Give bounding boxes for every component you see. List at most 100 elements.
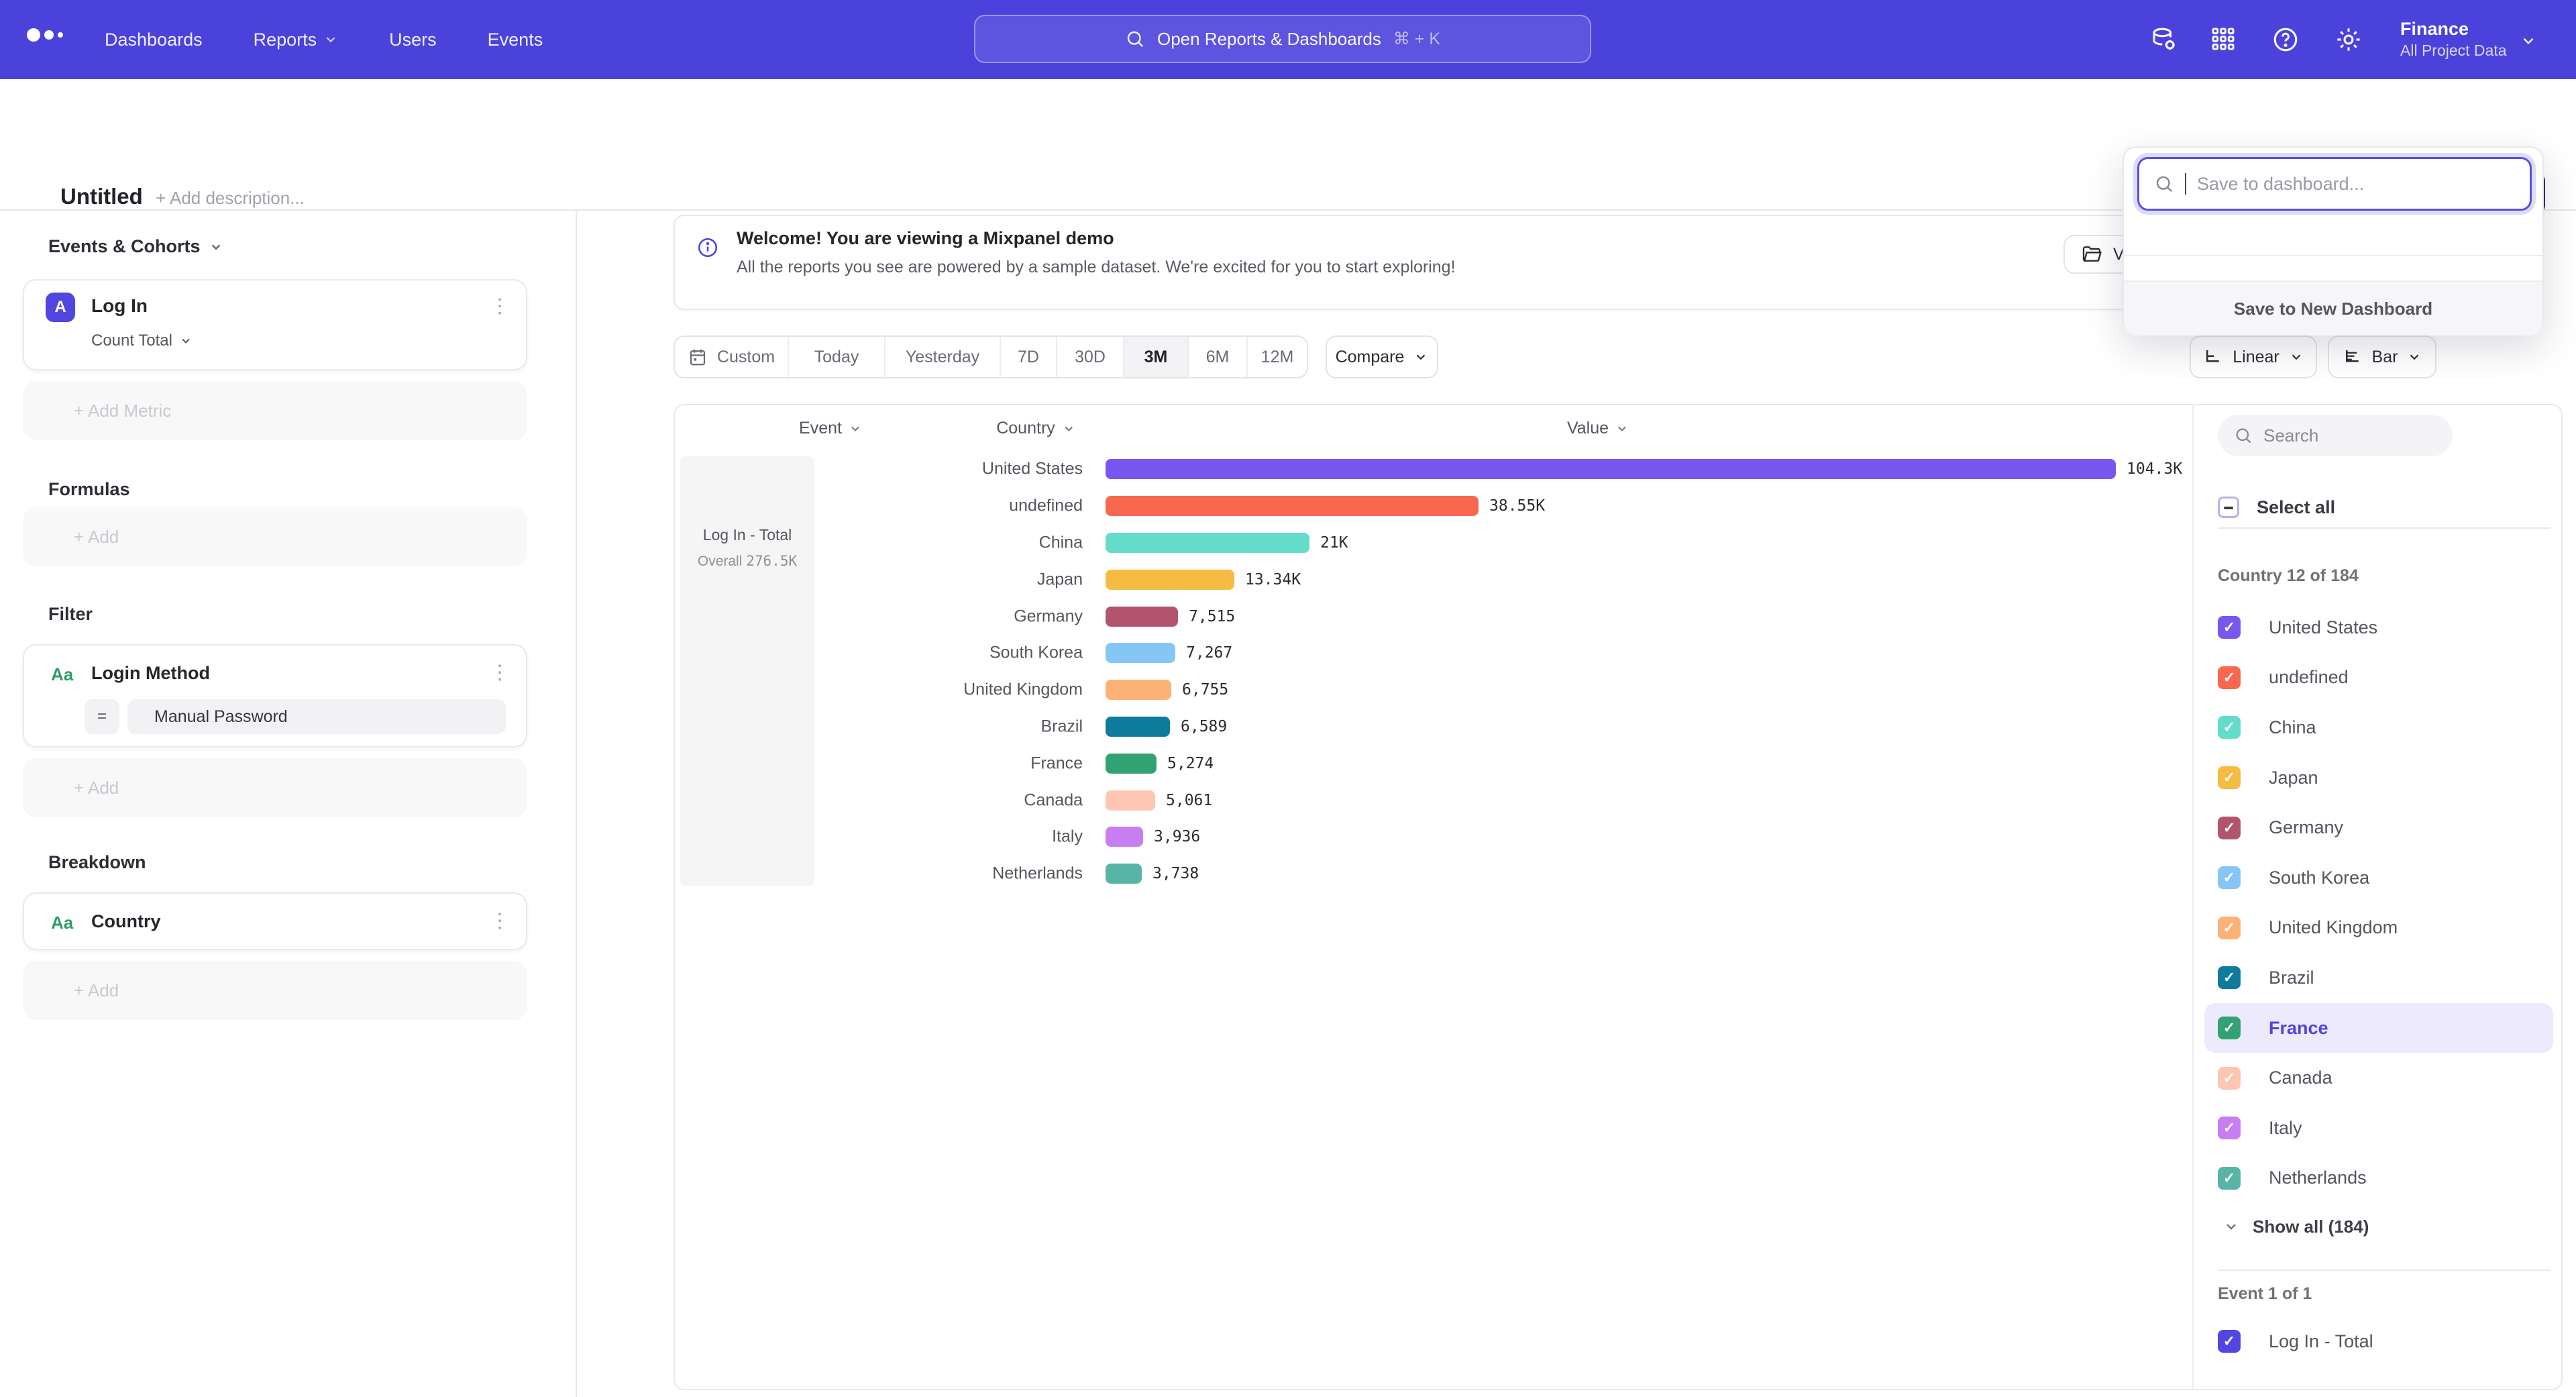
kebab-menu-icon[interactable]: ⋮ — [490, 911, 510, 931]
banner-subtitle: All the reports you see are powered by a… — [737, 258, 1456, 277]
date-range-segment[interactable]: Custom — [675, 337, 788, 377]
chart-bar[interactable] — [1106, 717, 1170, 737]
metric-card[interactable]: A Log In ⋮ Count Total — [23, 279, 527, 370]
chart-bar[interactable] — [1106, 754, 1157, 774]
chart-bar[interactable] — [1106, 570, 1234, 590]
nav-item[interactable]: Events — [488, 30, 543, 50]
filter-list-item[interactable]: ✓ France — [2204, 1003, 2553, 1053]
date-range-segment[interactable]: Yesterday — [884, 337, 1000, 377]
divider — [2218, 527, 2551, 529]
kebab-menu-icon[interactable]: ⋮ — [490, 297, 510, 317]
colored-checkbox[interactable]: ✓ — [2218, 766, 2241, 789]
event-header-label: Event — [799, 419, 842, 438]
chart-bar[interactable] — [1106, 607, 1178, 627]
colored-checkbox[interactable]: ✓ — [2218, 1067, 2241, 1090]
colored-checkbox[interactable]: ✓ — [2218, 966, 2241, 989]
chevron-down-icon — [323, 32, 338, 47]
chart-bar[interactable] — [1106, 533, 1309, 553]
filter-list-item[interactable]: ✓ United States — [2204, 603, 2553, 653]
date-range-segment[interactable]: 6M — [1187, 337, 1246, 377]
colored-checkbox[interactable]: ✓ — [2218, 817, 2241, 839]
segment-search-input[interactable]: Search — [2218, 415, 2453, 456]
breakdown-property-name[interactable]: Country — [91, 911, 161, 932]
column-header-event[interactable]: Event — [799, 419, 862, 438]
chart-bar[interactable] — [1106, 496, 1479, 516]
select-all-checkbox[interactable] — [2218, 497, 2239, 518]
mixpanel-logo-icon[interactable] — [27, 28, 63, 42]
search-shortcut: ⌘ + K — [1393, 29, 1440, 49]
metric-event-name[interactable]: Log In — [91, 295, 148, 317]
add-formula-button[interactable]: + Add — [23, 507, 527, 566]
filter-list-item[interactable]: ✓ Log In - Total — [2204, 1316, 2553, 1367]
chart-bar[interactable] — [1106, 459, 2116, 479]
show-all-button[interactable]: Show all (184) — [2204, 1204, 2553, 1249]
compare-button[interactable]: Compare — [1326, 335, 1438, 378]
nav-item[interactable]: Reports — [254, 30, 339, 50]
breakdown-card[interactable]: Aa Country ⋮ — [23, 892, 527, 950]
chart-row: South Korea 7,267 — [675, 635, 2188, 672]
chart-bar[interactable] — [1106, 790, 1155, 811]
chart-bar[interactable] — [1106, 864, 1142, 884]
chevron-down-icon — [1413, 350, 1428, 364]
filter-property-name[interactable]: Login Method — [91, 663, 210, 684]
chevron-down-icon — [1062, 422, 1075, 435]
filter-list-item[interactable]: ✓ undefined — [2204, 653, 2553, 703]
colored-checkbox[interactable]: ✓ — [2218, 1017, 2241, 1039]
colored-checkbox[interactable]: ✓ — [2218, 1117, 2241, 1139]
add-filter-button[interactable]: + Add — [23, 758, 527, 817]
nav-item[interactable]: Users — [389, 30, 437, 50]
chart-bar[interactable] — [1106, 643, 1175, 663]
save-dashboard-search-input[interactable]: Save to dashboard... — [2137, 157, 2532, 211]
chart-type-dropdown[interactable]: Bar — [2328, 335, 2436, 378]
global-search-placeholder: Open Reports & Dashboards — [1157, 29, 1381, 50]
date-range-segment[interactable]: 30D — [1056, 337, 1123, 377]
date-range-segment[interactable]: 7D — [1000, 337, 1056, 377]
filter-list-item[interactable]: ✓ Canada — [2204, 1053, 2553, 1103]
chart-bar-value: 38.55K — [1489, 497, 1545, 515]
select-all-row[interactable]: Select all — [2218, 484, 2335, 530]
filter-operator-dropdown[interactable]: = — [85, 699, 119, 734]
data-management-icon[interactable] — [2149, 25, 2178, 54]
filter-list-item[interactable]: ✓ Italy — [2204, 1103, 2553, 1153]
filter-card[interactable]: Aa Login Method ⋮ = Manual Password — [23, 644, 527, 747]
column-header-value[interactable]: Value — [1567, 419, 1629, 438]
filter-list-item[interactable]: ✓ China — [2204, 703, 2553, 753]
colored-checkbox[interactable]: ✓ — [2218, 716, 2241, 739]
report-title[interactable]: Untitled — [60, 184, 143, 209]
scale-dropdown[interactable]: Linear — [2190, 335, 2317, 378]
chevron-down-icon[interactable] — [2520, 32, 2537, 50]
filter-value-field[interactable]: Manual Password — [127, 699, 506, 734]
kebab-menu-icon[interactable]: ⋮ — [490, 663, 510, 683]
column-header-country[interactable]: Country — [996, 419, 1075, 438]
date-range-segment[interactable]: 3M — [1123, 337, 1187, 377]
colored-checkbox[interactable]: ✓ — [2218, 666, 2241, 689]
nav-item[interactable]: Dashboards — [105, 30, 203, 50]
colored-checkbox[interactable]: ✓ — [2218, 1167, 2241, 1190]
add-description-field[interactable]: + Add description... — [156, 188, 305, 209]
chart-bar[interactable] — [1106, 680, 1171, 700]
project-switcher[interactable]: Finance All Project Data — [2400, 17, 2507, 60]
check-icon: ✓ — [2223, 1071, 2235, 1086]
colored-checkbox[interactable]: ✓ — [2218, 917, 2241, 939]
add-metric-button[interactable]: + Add Metric — [23, 381, 527, 440]
help-icon[interactable] — [2271, 25, 2300, 54]
filter-list-item[interactable]: ✓ United Kingdom — [2204, 903, 2553, 953]
save-to-new-dashboard-button[interactable]: Save to New Dashboard — [2124, 280, 2542, 335]
date-range-segment[interactable]: 12M — [1246, 337, 1307, 377]
events-cohorts-header[interactable]: Events & Cohorts — [48, 236, 223, 257]
filter-list-item[interactable]: ✓ Netherlands — [2204, 1153, 2553, 1204]
colored-checkbox[interactable]: ✓ — [2218, 866, 2241, 889]
filter-list-item[interactable]: ✓ Japan — [2204, 753, 2553, 803]
date-range-segment[interactable]: Today — [788, 337, 884, 377]
colored-checkbox[interactable]: ✓ — [2218, 1330, 2241, 1353]
settings-gear-icon[interactable] — [2334, 25, 2363, 54]
filter-list-item[interactable]: ✓ Germany — [2204, 803, 2553, 853]
metric-aggregation-dropdown[interactable]: Count Total — [91, 331, 193, 350]
apps-grid-icon[interactable] — [2210, 25, 2237, 52]
filter-list-item[interactable]: ✓ Brazil — [2204, 953, 2553, 1003]
global-search-button[interactable]: Open Reports & Dashboards ⌘ + K — [974, 15, 1591, 63]
add-breakdown-button[interactable]: + Add — [23, 961, 527, 1020]
chart-bar[interactable] — [1106, 827, 1143, 847]
colored-checkbox[interactable]: ✓ — [2218, 616, 2241, 639]
filter-list-item[interactable]: ✓ South Korea — [2204, 853, 2553, 903]
